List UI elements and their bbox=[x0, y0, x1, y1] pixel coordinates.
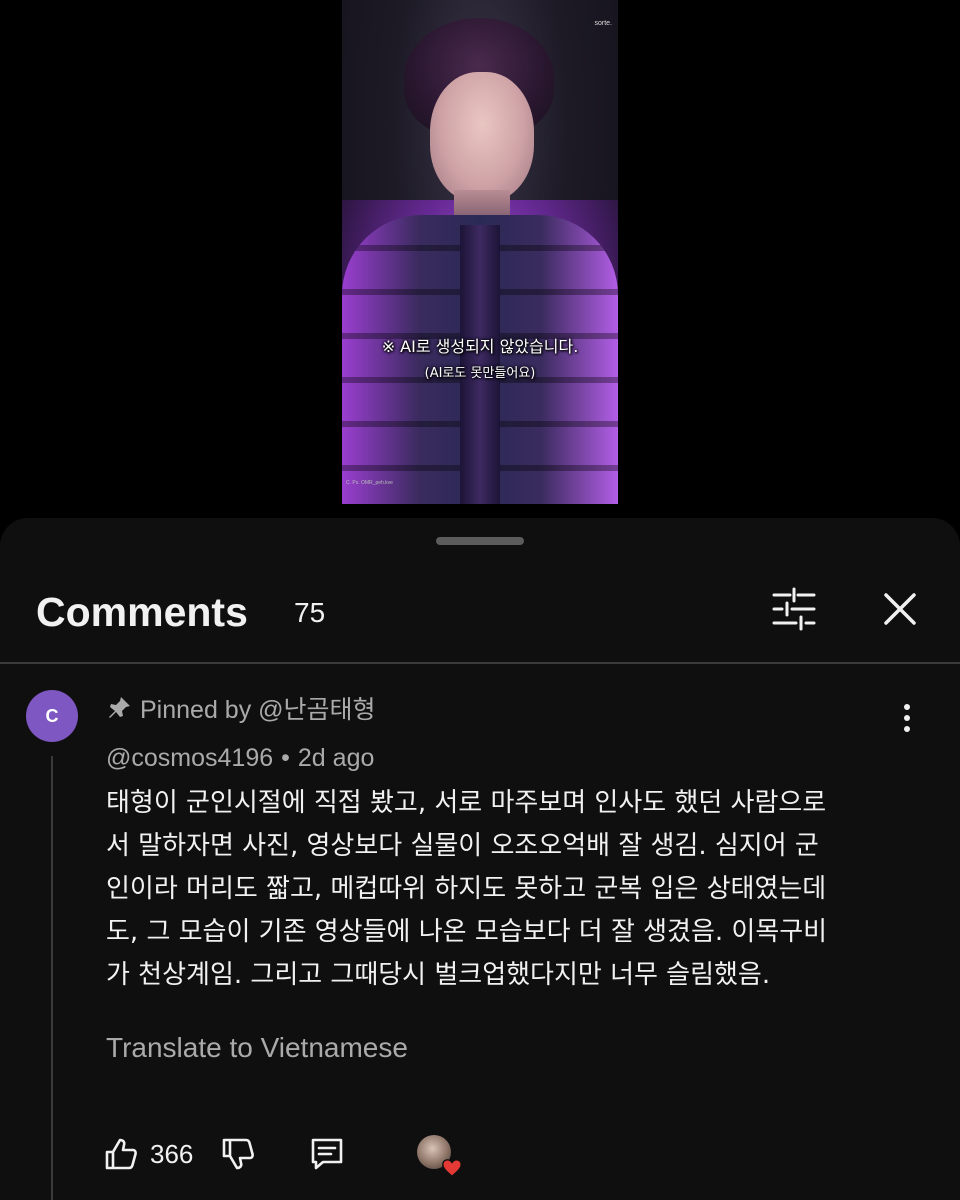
comment-line: 서 말하자면 사진, 영상보다 실물이 오조오억배 잘 생김. 심지어 군 bbox=[106, 831, 819, 861]
pinned-label: Pinned by @난곰태형 bbox=[106, 690, 376, 726]
video-caption-sub: (AI로도 못만들어요) bbox=[424, 366, 536, 381]
sliders-icon bbox=[772, 587, 816, 631]
video-player[interactable]: sorte. ※ AI로 생성되지 않았습니다. (AI로도 못만들어요) C.… bbox=[0, 0, 960, 520]
comments-count: 75 bbox=[294, 597, 326, 628]
sort-filter-button[interactable] bbox=[768, 583, 820, 635]
close-icon bbox=[884, 593, 916, 625]
like-button[interactable]: 366 bbox=[102, 1135, 219, 1173]
reply-button[interactable] bbox=[307, 1134, 347, 1174]
close-button[interactable] bbox=[874, 583, 926, 635]
video-watermark: sorte. bbox=[594, 20, 612, 27]
comment-author[interactable]: @cosmos4196 bbox=[106, 744, 273, 773]
drag-handle[interactable] bbox=[436, 537, 524, 545]
creator-heart bbox=[417, 1135, 463, 1178]
video-face bbox=[430, 72, 534, 202]
comment-meta: @cosmos4196 • 2d ago bbox=[106, 744, 374, 773]
comment-line: 가 천상계임. 그리고 그때당시 벌크업했다지만 너무 슬림했음. bbox=[106, 960, 771, 990]
more-dot bbox=[904, 715, 910, 721]
more-dot bbox=[904, 726, 910, 732]
thumbs-down-icon bbox=[223, 1138, 255, 1170]
avatar[interactable]: C bbox=[26, 690, 78, 742]
comments-sheet: Comments 75 C Pinned by @난곰태형 @cosmos419… bbox=[0, 518, 960, 1200]
heart-icon bbox=[442, 1159, 463, 1178]
dislike-button[interactable] bbox=[219, 1135, 257, 1173]
comment-text: 태형이 군인시절에 직접 봤고, 서로 마주보며 인사도 했던 사람으로 서 말… bbox=[106, 782, 906, 997]
comments-title: Comments bbox=[36, 589, 248, 635]
video-frame[interactable]: sorte. ※ AI로 생성되지 않았습니다. (AI로도 못만들어요) C.… bbox=[342, 0, 618, 504]
comment-line: 태형이 군인시절에 직접 봤고, 서로 마주보며 인사도 했던 사람으로 bbox=[106, 788, 827, 818]
more-dot bbox=[904, 704, 910, 710]
comment-time: 2d ago bbox=[297, 744, 375, 772]
pin-icon bbox=[109, 697, 130, 718]
comment-actions: 366 bbox=[102, 1132, 463, 1178]
pinned-text: Pinned by @난곰태형 bbox=[140, 696, 376, 724]
thread-line bbox=[51, 756, 53, 1200]
comment-more-button[interactable] bbox=[890, 698, 924, 738]
comment-line: 도, 그 모습이 기존 영상들에 나온 모습보다 더 잘 생겼음. 이목구비 bbox=[106, 917, 828, 947]
video-credit: C. Ps. OMR_peh.kve bbox=[346, 480, 393, 486]
thumbs-up-icon bbox=[105, 1138, 137, 1170]
video-caption-main: ※ AI로 생성되지 않았습니다. bbox=[381, 337, 579, 356]
comments-header: Comments 75 bbox=[0, 573, 960, 663]
translate-link[interactable]: Translate to Vietnamese bbox=[106, 1032, 408, 1064]
header-divider bbox=[0, 662, 960, 664]
comment-line: 인이라 머리도 짧고, 메컵따위 하지도 못하고 군복 입은 상태였는데 bbox=[106, 874, 827, 904]
like-count: 366 bbox=[150, 1138, 194, 1169]
meta-separator: • bbox=[281, 744, 290, 772]
reply-icon bbox=[312, 1138, 343, 1170]
